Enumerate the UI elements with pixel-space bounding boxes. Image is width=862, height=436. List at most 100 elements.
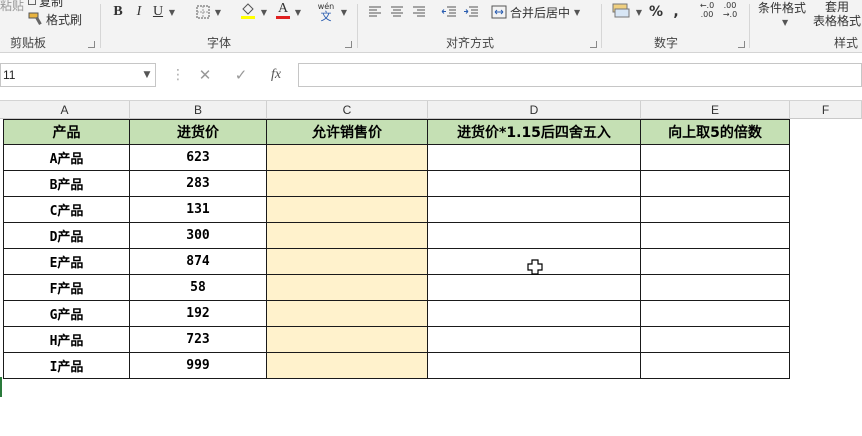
product-cell[interactable]: H产品 (3, 327, 130, 353)
price-cell[interactable]: 58 (130, 275, 267, 301)
sale-price-cell[interactable] (267, 301, 428, 327)
column-header-a[interactable]: A (0, 101, 130, 119)
merge-center-button[interactable]: 合并后居中 ▼ (491, 3, 580, 21)
insert-function-button[interactable]: fx (264, 65, 288, 85)
product-cell[interactable]: F产品 (3, 275, 130, 301)
italic-button[interactable]: I (132, 3, 146, 21)
name-box[interactable]: 11 (0, 63, 156, 87)
phonetic-button[interactable]: wén 文 (316, 0, 336, 24)
ceiling-cell[interactable] (641, 197, 790, 223)
format-painter-button[interactable]: 格式刷 (28, 10, 82, 28)
align-right-icon (413, 6, 425, 17)
sale-price-cell[interactable] (267, 223, 428, 249)
rounded-cell[interactable] (428, 353, 641, 379)
price-cell[interactable]: 723 (130, 327, 267, 353)
column-header-c[interactable]: C (267, 101, 428, 119)
underline-button[interactable]: U (151, 3, 165, 21)
comma-button[interactable]: , (670, 3, 682, 21)
rounded-cell[interactable] (428, 145, 641, 171)
clipboard-launcher[interactable] (88, 41, 95, 48)
ceiling-cell[interactable] (641, 327, 790, 353)
sale-price-cell[interactable] (267, 327, 428, 353)
number-group-label: 数字 (654, 36, 679, 50)
align-center-button[interactable] (389, 3, 405, 21)
accounting-format-dropdown[interactable]: ▼ (632, 3, 644, 21)
sale-price-cell[interactable] (267, 171, 428, 197)
column-header-e[interactable]: E (641, 101, 790, 119)
price-cell[interactable]: 999 (130, 353, 267, 379)
enter-icon[interactable]: ✓ (229, 65, 253, 85)
header-allowed-sale-price[interactable]: 允许销售价 (267, 119, 428, 145)
formula-input[interactable] (298, 63, 862, 87)
rounded-cell[interactable] (428, 327, 641, 353)
align-right-button[interactable] (411, 3, 427, 21)
cancel-icon[interactable]: ✕ (193, 65, 217, 85)
ceiling-cell[interactable] (641, 145, 790, 171)
number-launcher[interactable] (738, 41, 745, 48)
table-format-line2: 表格格式 (812, 14, 861, 28)
product-cell[interactable]: E产品 (3, 249, 130, 275)
rounded-cell[interactable] (428, 197, 641, 223)
price-cell[interactable]: 192 (130, 301, 267, 327)
font-launcher[interactable] (345, 41, 352, 48)
product-cell[interactable]: D产品 (3, 223, 130, 249)
ceiling-cell[interactable] (641, 275, 790, 301)
column-header-b[interactable]: B (130, 101, 267, 119)
percent-button[interactable]: % (648, 3, 664, 21)
accounting-format-button[interactable] (610, 2, 632, 20)
price-cell[interactable]: 874 (130, 249, 267, 275)
price-cell[interactable]: 300 (130, 223, 267, 249)
paste-button[interactable]: 粘贴 (0, 0, 24, 14)
bold-button[interactable]: B (110, 3, 126, 21)
ceiling-cell[interactable] (641, 301, 790, 327)
conditional-format-dropdown[interactable]: ▼ (780, 13, 788, 31)
rounded-cell[interactable] (428, 223, 641, 249)
product-cell[interactable]: C产品 (3, 197, 130, 223)
rounded-cell[interactable] (428, 275, 641, 301)
underline-dropdown[interactable]: ▼ (165, 3, 177, 21)
product-cell[interactable]: B产品 (3, 171, 130, 197)
sale-price-cell[interactable] (267, 353, 428, 379)
sale-price-cell[interactable] (267, 275, 428, 301)
borders-dropdown[interactable]: ▼ (211, 3, 223, 21)
ceiling-cell[interactable] (641, 223, 790, 249)
header-product[interactable]: 产品 (3, 119, 130, 145)
product-cell[interactable]: A产品 (3, 145, 130, 171)
column-header-d[interactable]: D (428, 101, 641, 119)
price-cell[interactable]: 623 (130, 145, 267, 171)
decrease-indent-button[interactable] (441, 3, 457, 21)
column-header-f[interactable]: F (790, 101, 862, 119)
sale-price-cell[interactable] (267, 197, 428, 223)
font-color-dropdown[interactable]: ▼ (291, 3, 303, 21)
align-left-button[interactable] (367, 3, 383, 21)
phonetic-char: 文 (320, 9, 332, 23)
rounded-cell[interactable] (428, 301, 641, 327)
font-color-button[interactable]: A (275, 1, 291, 19)
copy-button[interactable]: 复制 (28, 0, 63, 10)
increase-decimal-button[interactable]: ←.0 .00 (696, 1, 718, 19)
sale-price-cell[interactable] (267, 145, 428, 171)
product-cell[interactable]: G产品 (3, 301, 130, 327)
table-format-button[interactable]: 套用 表格格式 (812, 0, 862, 30)
header-rounded-price[interactable]: 进货价*1.15后四舍五入 (428, 119, 641, 145)
font-group: B I U ▼ ▼ ▼ A ▼ wén 文 ▼ 字体 (101, 0, 357, 52)
ceiling-cell[interactable] (641, 249, 790, 275)
sale-price-cell[interactable] (267, 249, 428, 275)
name-box-dropdown[interactable]: ▼ (140, 63, 154, 87)
borders-button[interactable] (195, 3, 211, 21)
product-cell[interactable]: I产品 (3, 353, 130, 379)
worksheet-grid: A B C D E F 产品 进货价 允许销售价 进货价*1.15后四舍五入 向… (0, 101, 862, 436)
fill-color-button[interactable] (239, 1, 257, 19)
price-cell[interactable]: 131 (130, 197, 267, 223)
increase-indent-button[interactable] (463, 3, 479, 21)
ceiling-cell[interactable] (641, 171, 790, 197)
ceiling-cell[interactable] (641, 353, 790, 379)
alignment-launcher[interactable] (590, 41, 597, 48)
phonetic-dropdown[interactable]: ▼ (337, 3, 349, 21)
header-ceiling-5[interactable]: 向上取5的倍数 (641, 119, 790, 145)
header-purchase-price[interactable]: 进货价 (130, 119, 267, 145)
decrease-decimal-button[interactable]: .00 →.0 (719, 1, 741, 19)
price-cell[interactable]: 283 (130, 171, 267, 197)
fill-color-dropdown[interactable]: ▼ (257, 3, 269, 21)
rounded-cell[interactable] (428, 171, 641, 197)
